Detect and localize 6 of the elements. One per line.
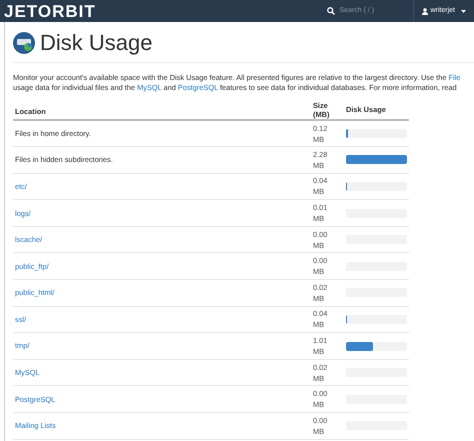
logo[interactable]: JETORBIT: [4, 2, 96, 20]
search-icon: [327, 7, 336, 15]
caret-icon: [461, 10, 466, 12]
disk-icon: [13, 32, 35, 54]
page-title: Disk Usage: [40, 32, 152, 54]
user-icon: [422, 8, 428, 14]
